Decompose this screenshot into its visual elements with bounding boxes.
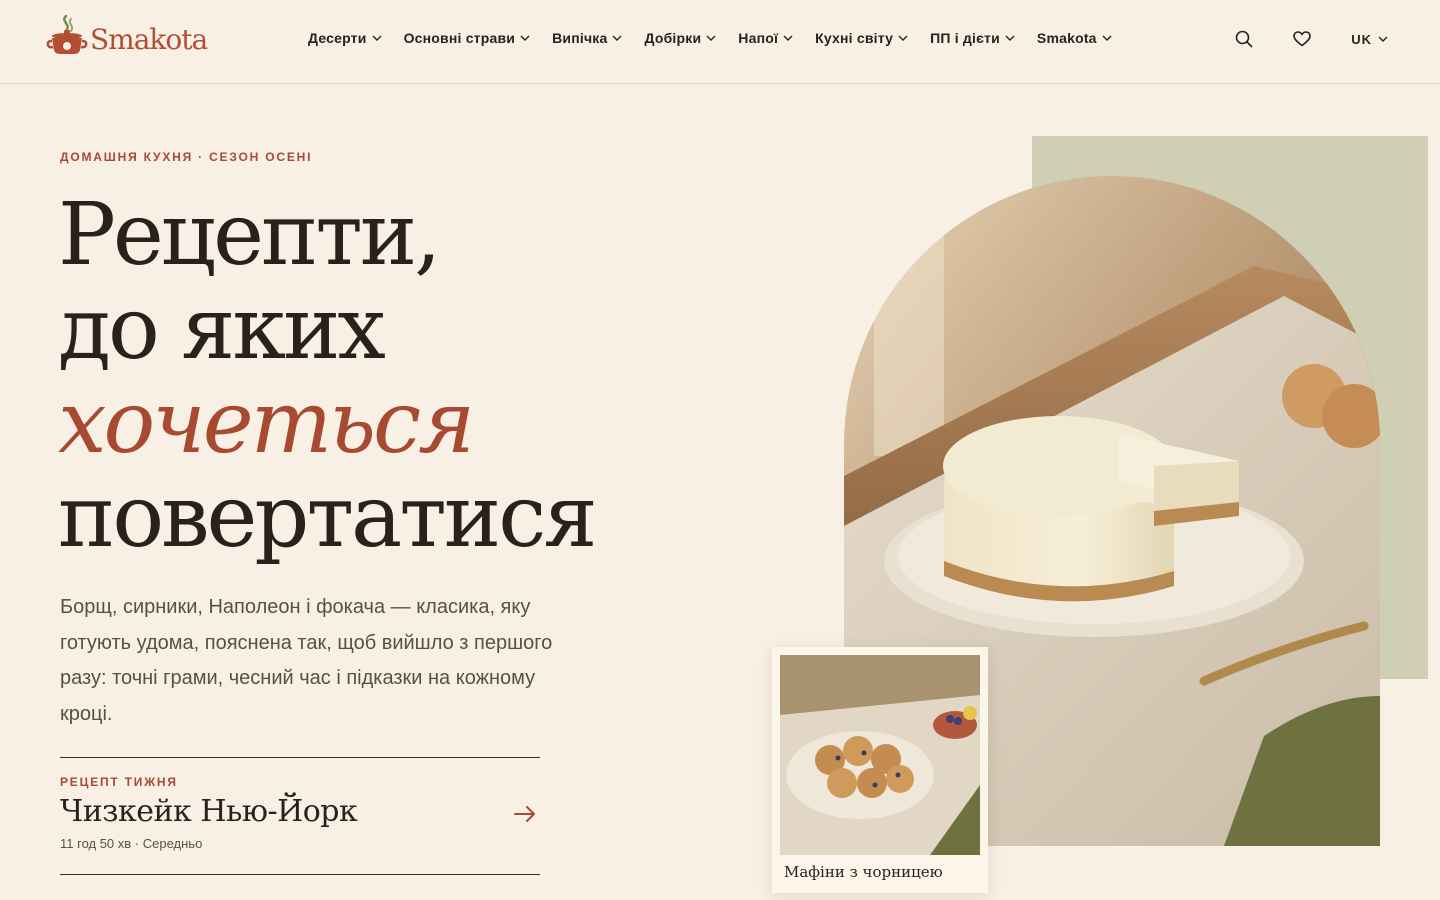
header-tools: UK [1195,30,1388,48]
nav-item-label: Десерти [308,30,367,46]
logo[interactable]: Smakota [46,12,208,60]
hero-eyebrow: ДОМАШНЯ КУХНЯ · СЕЗОН ОСЕНІ [60,150,313,164]
headline-accent: хочеться [58,373,475,473]
nav-item-label: Основні страви [403,30,516,46]
nav-item-smakota[interactable]: Smakota [1037,30,1112,46]
muffins-card[interactable]: Мафіни з чорницею [772,647,988,893]
headline-line-1: Рецепти, [58,185,442,285]
chevron-down-icon [520,35,530,41]
recipe-of-week-card[interactable]: РЕЦЕПТ ТИЖНЯ Чизкейк Нью-Йорк 11 год 50 … [60,757,540,875]
muffins-caption: Мафіни з чорницею [784,863,943,881]
language-label: UK [1351,31,1372,47]
nav-item-label: Кухні світу [815,30,894,46]
site-header: Smakota Десерти Основні страви Випічка Д… [0,0,1440,84]
recipe-of-week-title: Чизкейк Нью-Йорк [60,794,358,829]
chevron-down-icon [1005,35,1015,41]
headline-line-4: повертатися [58,467,598,567]
nav-item-collections[interactable]: Добірки [644,30,716,46]
main-nav: Десерти Основні страви Випічка Добірки Н… [308,30,1134,46]
chevron-down-icon [898,35,908,41]
nav-item-label: Добірки [644,30,702,46]
logo-wordmark: Smakota [90,22,208,56]
arrow-right-icon[interactable] [514,806,536,822]
nav-item-world-cuisines[interactable]: Кухні світу [815,30,908,46]
nav-item-label: Smakota [1036,30,1097,46]
language-switcher[interactable]: UK [1351,32,1388,47]
muffins-photo [780,655,980,855]
nav-item-label: ПП і дієти [930,30,1000,46]
chevron-down-icon [1378,36,1388,42]
nav-item-desserts[interactable]: Десерти [308,30,382,46]
recipe-of-week-meta: 11 год 50 хв · Середньо [60,836,203,851]
nav-item-label: Випічка [552,30,608,46]
chevron-down-icon [372,35,382,41]
chevron-down-icon [783,35,793,41]
hero-headline: Рецепти, до яких хочеться повертатися [58,185,598,567]
nav-item-baking[interactable]: Випічка [552,30,622,46]
recipe-of-week-label: РЕЦЕПТ ТИЖНЯ [60,775,178,789]
favorites-button[interactable] [1293,31,1312,47]
pot-logo-icon [46,14,88,54]
nav-item-main-dishes[interactable]: Основні страви [404,30,531,46]
search-icon [1235,30,1253,48]
chevron-down-icon [612,35,622,41]
hero-lead: Борщ, сирники, Наполеон і фокача — класи… [60,596,553,725]
nav-item-drinks[interactable]: Напої [738,30,793,46]
headline-line-2: до яких [58,279,386,379]
nav-item-diets[interactable]: ПП і дієти [930,30,1015,46]
heart-icon [1293,31,1312,47]
muffins-illustration [780,655,980,855]
chevron-down-icon [1102,35,1112,41]
search-button[interactable] [1235,30,1253,48]
chevron-down-icon [706,35,716,41]
nav-item-label: Напої [738,30,779,46]
